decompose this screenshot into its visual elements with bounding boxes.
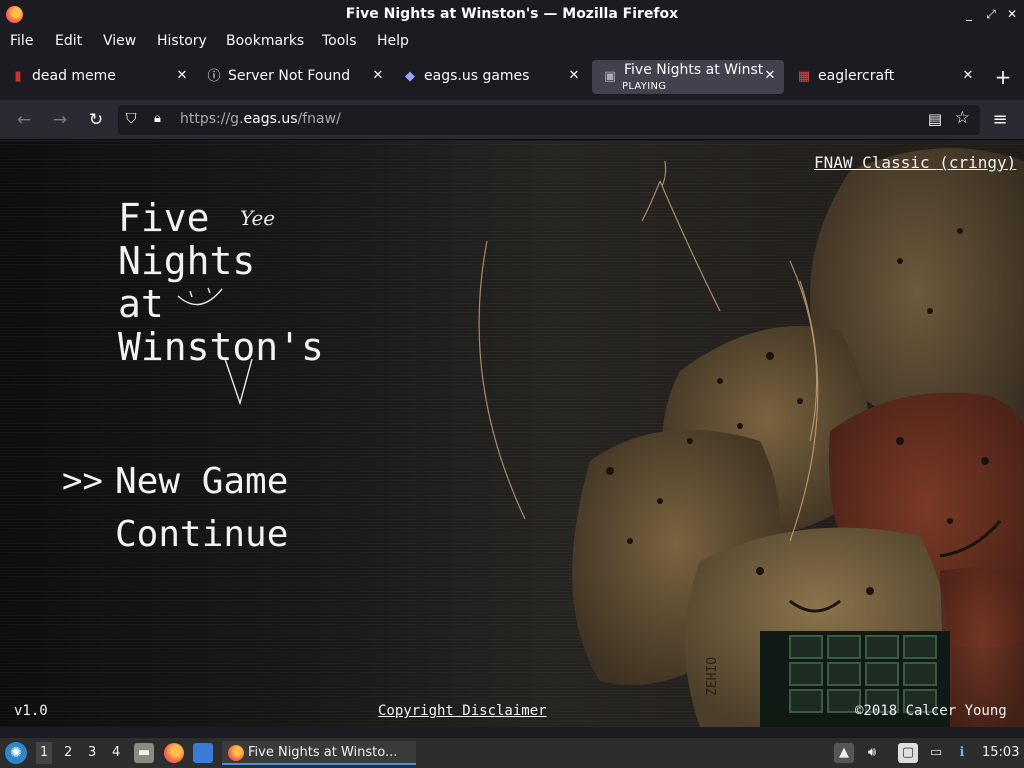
menu-history[interactable]: History xyxy=(157,33,207,49)
copyright-label: ©2018 Calcer Young xyxy=(855,703,1007,719)
window-titlebar: Five Nights at Winston's — Mozilla Firef… xyxy=(0,0,1024,30)
close-window-button[interactable]: ✕ xyxy=(1003,5,1021,23)
version-label: v1.0 xyxy=(14,703,48,719)
tab-label: dead meme xyxy=(32,68,116,84)
network-icon[interactable]: ▭ xyxy=(926,743,946,763)
volume-icon[interactable]: 🔊︎ xyxy=(862,743,882,763)
menu-edit[interactable]: Edit xyxy=(55,33,82,49)
game-icon: ◆ xyxy=(405,69,415,84)
tab-five-nights-active[interactable]: ▣ Five Nights at Winsto PLAYING ✕ xyxy=(592,60,784,94)
workspace-2[interactable]: 2 xyxy=(64,745,72,760)
minimize-button[interactable]: _ xyxy=(960,5,978,23)
new-tab-button[interactable]: + xyxy=(990,64,1016,90)
tab-playing-label: PLAYING xyxy=(622,81,667,92)
close-tab-icon[interactable]: ✕ xyxy=(762,68,778,84)
tab-server-not-found[interactable]: ⓘ Server Not Found ✕ xyxy=(196,60,392,94)
game-canvas[interactable]: ZEHIO Yee Five Nights at Winston's >> Ne… xyxy=(0,141,1024,727)
menu-tools[interactable]: Tools xyxy=(322,33,357,49)
firefox-launcher-icon[interactable] xyxy=(164,743,184,763)
taskbar-window-label: Five Nights at Winsto... xyxy=(248,745,398,760)
file-manager-icon[interactable]: ▬ xyxy=(134,743,154,763)
taskbar-firefox-window[interactable]: Five Nights at Winsto... xyxy=(222,741,416,765)
lock-icon[interactable]: 🔒︎ xyxy=(154,111,168,129)
tab-eags-games[interactable]: ◆ eags.us games ✕ xyxy=(392,60,588,94)
continue-button[interactable]: Continue xyxy=(115,514,288,555)
taskbar: ✺ 1 2 3 4 ▬ Five Nights at Winsto... ▲ 🔊… xyxy=(0,738,1024,768)
reader-view-icon[interactable]: ▤ xyxy=(928,110,942,128)
workspace-3[interactable]: 3 xyxy=(88,745,96,760)
close-tab-icon[interactable]: ✕ xyxy=(174,68,190,84)
game-title: Five Nights at Winston's xyxy=(118,196,324,369)
clipboard-icon[interactable]: ▢ xyxy=(898,743,918,763)
shield-icon[interactable]: ⛉ xyxy=(126,111,142,129)
clock: 15:03 xyxy=(982,745,1020,760)
menu-file[interactable]: File xyxy=(10,33,33,49)
url-bar[interactable]: ⛉ 🔒︎ https://g.eags.us/fnaw/ ▤ ☆ xyxy=(118,105,980,135)
navigation-bar: ← → ↻ ⛉ 🔒︎ https://g.eags.us/fnaw/ ▤ ☆ xyxy=(0,100,1024,140)
start-menu-icon[interactable]: ✺ xyxy=(5,742,27,764)
menu-view[interactable]: View xyxy=(103,33,136,49)
info-icon: ⓘ xyxy=(207,69,221,84)
tab-label: Five Nights at Winsto xyxy=(624,62,764,78)
tab-label: Server Not Found xyxy=(228,68,351,84)
tray-up-icon[interactable]: ▲ xyxy=(834,743,854,763)
close-tab-icon[interactable]: ✕ xyxy=(566,68,582,84)
workspace-4[interactable]: 4 xyxy=(112,745,120,760)
workspace-1[interactable]: 1 xyxy=(36,742,53,764)
app-menu-icon[interactable]: ≡ xyxy=(988,108,1012,132)
fnaw-classic-link[interactable]: FNAW Classic (cringy) xyxy=(814,153,1016,172)
tab-dead-meme[interactable]: ▮ dead meme ✕ xyxy=(0,60,196,94)
url-text[interactable]: https://g.eags.us/fnaw/ xyxy=(180,111,341,127)
eaglercraft-icon: ▦ xyxy=(797,69,811,84)
tab-eaglercraft[interactable]: ▦ eaglercraft ✕ xyxy=(786,60,982,94)
menu-selector-arrows: >> xyxy=(62,461,103,501)
desktop-icon[interactable] xyxy=(193,743,213,763)
back-arrow-icon[interactable]: ← xyxy=(12,108,36,132)
cookie-label: ZEHIO xyxy=(705,657,720,696)
forward-arrow-icon[interactable]: → xyxy=(48,108,72,132)
window-title: Five Nights at Winston's — Mozilla Firef… xyxy=(345,6,679,22)
tab-label: eaglercraft xyxy=(818,68,895,84)
close-tab-icon[interactable]: ✕ xyxy=(370,68,386,84)
maximize-button[interactable]: ⤢ xyxy=(982,5,1000,23)
bookmark-star-icon[interactable]: ☆ xyxy=(955,108,970,128)
menu-bookmarks[interactable]: Bookmarks xyxy=(226,33,304,49)
reload-icon[interactable]: ↻ xyxy=(84,108,108,132)
new-game-button[interactable]: New Game xyxy=(115,461,288,502)
soda-can-icon: ▮ xyxy=(14,69,22,84)
menu-help[interactable]: Help xyxy=(377,33,409,49)
notification-icon[interactable]: ℹ xyxy=(952,743,972,763)
tab-label: eags.us games xyxy=(424,68,530,84)
menu-bar: File Edit View History Bookmarks Tools H… xyxy=(0,30,1024,54)
fnaw-icon: ▣ xyxy=(603,69,617,84)
copyright-disclaimer-link[interactable]: Copyright Disclaimer xyxy=(378,703,547,719)
firefox-icon xyxy=(228,745,244,761)
tab-strip: ▮ dead meme ✕ ⓘ Server Not Found ✕ ◆ eag… xyxy=(0,56,1024,98)
close-tab-icon[interactable]: ✕ xyxy=(960,68,976,84)
